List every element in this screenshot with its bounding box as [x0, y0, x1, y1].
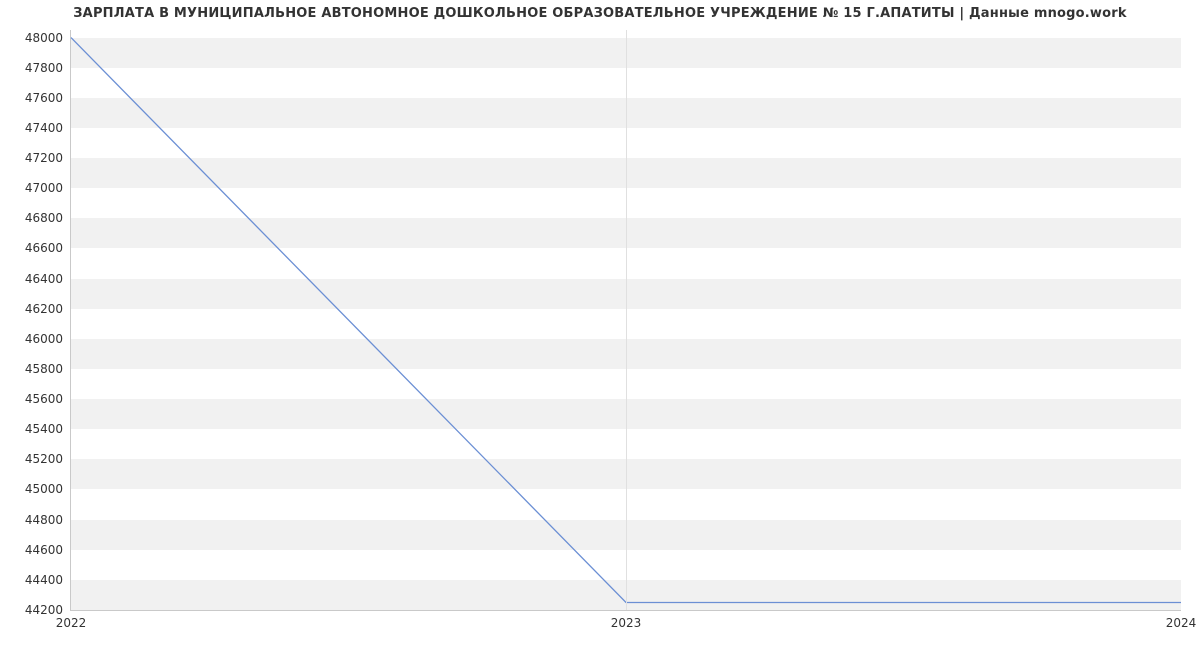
y-tick-label: 48000 [25, 31, 63, 45]
y-tick-label: 47200 [25, 151, 63, 165]
y-tick-label: 47800 [25, 61, 63, 75]
y-tick-label: 45200 [25, 452, 63, 466]
x-tick-label: 2022 [56, 616, 87, 630]
y-tick-label: 47600 [25, 91, 63, 105]
y-tick-label: 46000 [25, 332, 63, 346]
y-tick-label: 44600 [25, 543, 63, 557]
y-tick-label: 44400 [25, 573, 63, 587]
y-tick-label: 45600 [25, 392, 63, 406]
y-tick-label: 46600 [25, 241, 63, 255]
chart-title: ЗАРПЛАТА В МУНИЦИПАЛЬНОЕ АВТОНОМНОЕ ДОШК… [0, 6, 1200, 21]
y-tick-label: 45400 [25, 422, 63, 436]
y-tick-label: 46800 [25, 211, 63, 225]
x-gridline [626, 30, 627, 610]
y-tick-label: 44200 [25, 603, 63, 617]
x-tick-label: 2023 [611, 616, 642, 630]
y-tick-label: 47400 [25, 121, 63, 135]
y-tick-label: 45800 [25, 362, 63, 376]
x-tick-label: 2024 [1166, 616, 1197, 630]
salary-chart: ЗАРПЛАТА В МУНИЦИПАЛЬНОЕ АВТОНОМНОЕ ДОШК… [0, 0, 1200, 650]
y-tick-label: 47000 [25, 181, 63, 195]
y-tick-label: 44800 [25, 513, 63, 527]
y-tick-label: 46400 [25, 272, 63, 286]
plot-area: 4420044400446004480045000452004540045600… [70, 30, 1181, 611]
y-tick-label: 45000 [25, 482, 63, 496]
y-tick-label: 46200 [25, 302, 63, 316]
